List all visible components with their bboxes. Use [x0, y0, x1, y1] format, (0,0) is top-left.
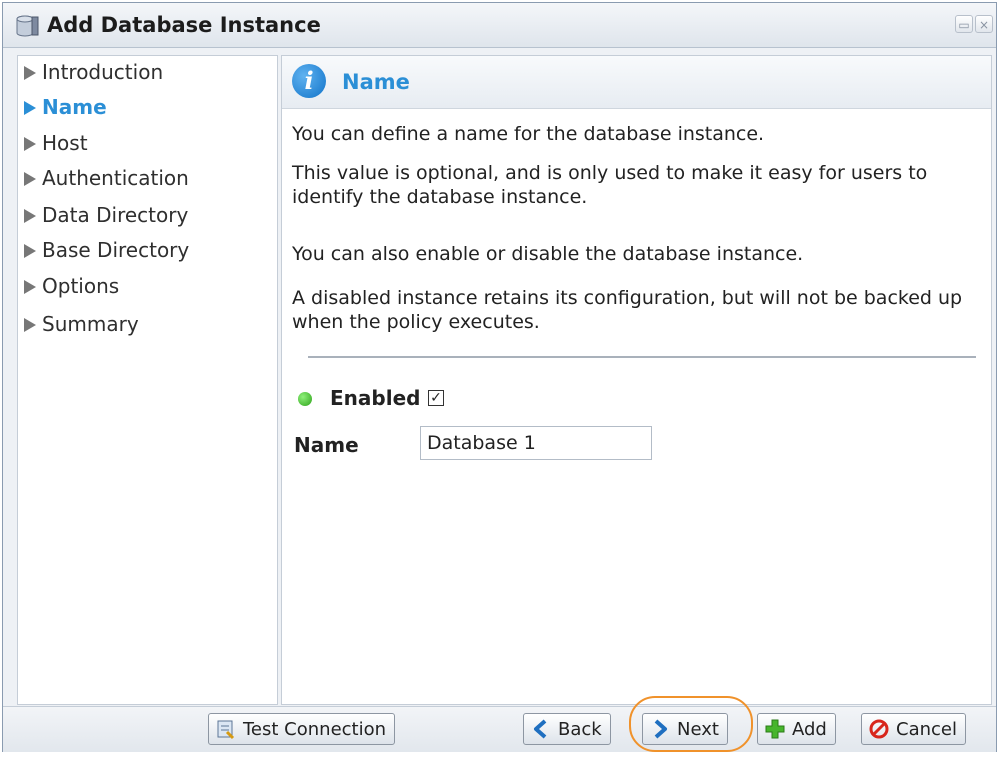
next-button[interactable]: Next — [642, 713, 728, 745]
content-header: i Name — [282, 56, 991, 109]
test-connection-icon — [217, 720, 235, 740]
arrow-right-icon — [24, 172, 36, 186]
step-data-directory[interactable]: Data Directory — [24, 203, 188, 233]
step-introduction[interactable]: Introduction — [24, 60, 163, 90]
button-label: Add — [792, 718, 827, 740]
title-bar: Add Database Instance ▭ × — [3, 3, 996, 48]
add-button[interactable]: Add — [757, 713, 836, 745]
content-title: Name — [342, 70, 410, 94]
arrow-right-icon — [24, 209, 36, 223]
step-content-panel: i Name You can define a name for the dat… — [281, 55, 992, 705]
close-button[interactable]: × — [975, 15, 993, 33]
button-label: Next — [677, 718, 719, 740]
name-input[interactable] — [420, 426, 652, 460]
arrow-right-icon — [24, 244, 36, 258]
name-label: Name — [294, 433, 359, 457]
button-label: Cancel — [896, 718, 957, 740]
plus-icon — [765, 719, 785, 739]
wizard-footer: Test Connection Back Next Add Cancel — [3, 706, 996, 752]
minimize-button[interactable]: ▭ — [955, 15, 973, 33]
status-dot-icon — [298, 392, 312, 406]
step-label: Summary — [42, 312, 139, 336]
description-text: A disabled instance retains its configur… — [292, 287, 963, 333]
button-label: Back — [558, 718, 602, 740]
step-label: Base Directory — [42, 238, 190, 262]
enabled-label: Enabled — [330, 386, 421, 410]
step-host[interactable]: Host — [24, 131, 88, 161]
step-label: Data Directory — [42, 203, 189, 227]
step-summary[interactable]: Summary — [24, 312, 139, 342]
add-database-instance-dialog: Add Database Instance ▭ × Introduction N… — [2, 2, 997, 752]
step-name[interactable]: Name — [24, 95, 107, 125]
step-label: Authentication — [42, 166, 189, 190]
arrow-right-icon — [24, 318, 36, 332]
wizard-step-nav: Introduction Name Host Authentication Da… — [17, 55, 278, 705]
step-options[interactable]: Options — [24, 274, 119, 304]
arrow-right-icon — [24, 101, 36, 115]
step-base-directory[interactable]: Base Directory — [24, 238, 189, 268]
arrow-right-icon — [24, 137, 36, 151]
arrow-right-icon — [24, 280, 36, 294]
cancel-icon — [869, 719, 889, 739]
description-text: This value is optional, and is only used… — [292, 162, 928, 208]
test-connection-button[interactable]: Test Connection — [208, 713, 396, 745]
arrow-right-icon — [654, 719, 667, 739]
database-icon — [16, 15, 39, 37]
arrow-left-icon — [534, 719, 547, 739]
step-label: Options — [42, 274, 120, 298]
description-text: You can define a name for the database i… — [292, 123, 765, 145]
divider — [308, 356, 976, 358]
step-authentication[interactable]: Authentication — [24, 166, 189, 196]
step-label: Host — [42, 131, 88, 155]
step-label: Name — [42, 95, 107, 119]
enabled-checkbox[interactable]: ✓ — [428, 390, 444, 406]
dialog-title: Add Database Instance — [47, 13, 321, 37]
cancel-button[interactable]: Cancel — [861, 713, 966, 745]
step-label: Introduction — [42, 60, 164, 84]
arrow-right-icon — [24, 66, 36, 80]
info-icon: i — [292, 64, 326, 98]
description-text: You can also enable or disable the datab… — [292, 243, 804, 265]
button-label: Test Connection — [243, 718, 387, 740]
back-button[interactable]: Back — [523, 713, 611, 745]
